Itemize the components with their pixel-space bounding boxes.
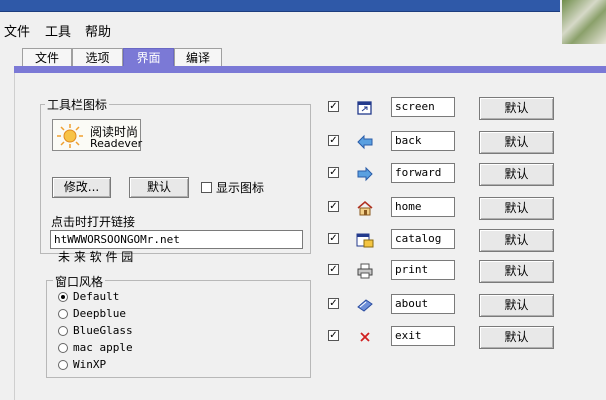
toolbar-item-default-button-back[interactable]: 默认 [479, 131, 554, 154]
toolbar-item-default-button-home[interactable]: 默认 [479, 197, 554, 220]
toolbar-item-checkbox-about[interactable]: ✓ [328, 298, 339, 309]
forward-arrow-icon [357, 166, 373, 182]
default-icon-button[interactable]: 默认 [129, 177, 189, 198]
home-icon [357, 201, 373, 216]
radio-winxp[interactable] [58, 360, 68, 370]
printer-icon [357, 263, 373, 279]
radio-blueglass-label: BlueGlass [73, 324, 133, 337]
radio-mac-apple[interactable] [58, 343, 68, 353]
link-caption: 未 来 软 件 园 [58, 250, 134, 264]
tab-compile[interactable]: 编译 [174, 48, 222, 66]
toolbar-item-input-exit[interactable]: exit [391, 326, 455, 346]
toolbar-item-default-button-screen[interactable]: 默认 [479, 97, 554, 120]
menu-tools[interactable]: 工具 [45, 21, 71, 40]
toolbar-item-checkbox-forward[interactable]: ✓ [328, 167, 339, 178]
radio-default-label: Default [73, 290, 120, 303]
link-label: 点击时打开链接 [51, 215, 136, 229]
radio-deepblue-label: Deepblue [73, 307, 126, 320]
toolbar-item-checkbox-catalog[interactable]: ✓ [328, 233, 339, 244]
radio-default[interactable] [58, 292, 68, 302]
radio-deepblue[interactable] [58, 309, 68, 319]
toolbar-item-checkbox-screen[interactable]: ✓ [328, 101, 339, 112]
show-icon-label: 显示图标 [216, 181, 265, 195]
toolbar-logo-preview: 阅读时尚 Readever [52, 119, 143, 151]
radio-blueglass[interactable] [58, 326, 68, 336]
back-arrow-icon [357, 134, 373, 150]
toolbar-item-checkbox-print[interactable]: ✓ [328, 264, 339, 275]
tab-interface[interactable]: 界面 [123, 48, 174, 66]
toolbar-item-input-print[interactable]: print [391, 260, 455, 280]
window-titlebar [0, 0, 560, 12]
radio-winxp-label: WinXP [73, 358, 107, 371]
toolbar-item-input-back[interactable]: back [391, 131, 455, 151]
modify-button[interactable]: 修改... [52, 177, 111, 198]
show-icon-checkbox[interactable] [201, 182, 212, 193]
menu-file[interactable]: 文件 [4, 21, 30, 40]
background-image [562, 0, 606, 44]
toolbar-icon-group-title: 工具栏图标 [45, 96, 110, 113]
sun-icon [57, 124, 83, 148]
radio-mac-apple-label: mac apple [73, 341, 133, 354]
link-url-input[interactable]: htWWWORSOONGOMr.net [50, 230, 303, 249]
toolbar-item-default-button-forward[interactable]: 默认 [479, 163, 554, 186]
window-style-group-title: 窗口风格 [53, 273, 106, 290]
toolbar-item-input-forward[interactable]: forward [391, 163, 455, 183]
exit-x-icon [360, 332, 370, 342]
toolbar-item-default-button-catalog[interactable]: 默认 [479, 229, 554, 252]
toolbar-item-checkbox-back[interactable]: ✓ [328, 135, 339, 146]
toolbar-item-default-button-about[interactable]: 默认 [479, 294, 554, 317]
about-icon [357, 299, 373, 312]
menu-help[interactable]: 帮助 [85, 21, 111, 40]
toolbar-item-default-button-print[interactable]: 默认 [479, 260, 554, 283]
toolbar-item-checkbox-home[interactable]: ✓ [328, 201, 339, 212]
logo-name-en: Readever [90, 137, 143, 150]
toolbar-item-input-home[interactable]: home [391, 197, 455, 217]
toolbar-item-input-catalog[interactable]: catalog [391, 229, 455, 249]
catalog-icon [356, 233, 374, 248]
tab-file[interactable]: 文件 [22, 48, 72, 66]
screen-window-icon [357, 101, 372, 115]
tab-panel-header [14, 66, 606, 73]
toolbar-item-checkbox-exit[interactable]: ✓ [328, 330, 339, 341]
toolbar-item-input-about[interactable]: about [391, 294, 455, 314]
toolbar-item-default-button-exit[interactable]: 默认 [479, 326, 554, 349]
tab-options[interactable]: 选项 [72, 48, 123, 66]
toolbar-item-input-screen[interactable]: screen [391, 97, 455, 117]
